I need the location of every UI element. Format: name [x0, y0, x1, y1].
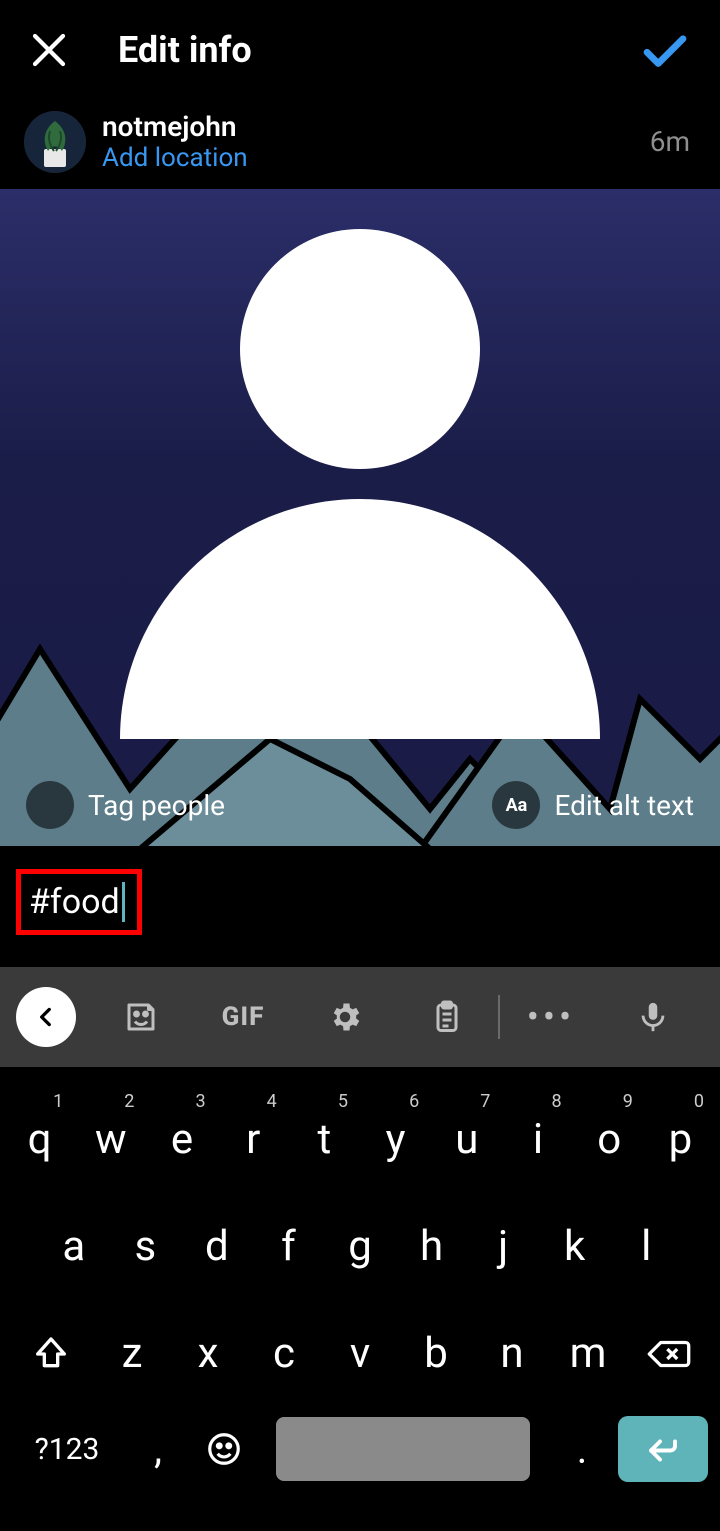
- shift-key[interactable]: [8, 1309, 94, 1398]
- person-icon: [26, 781, 74, 829]
- key-d[interactable]: d: [183, 1202, 251, 1291]
- key-g[interactable]: g: [326, 1202, 394, 1291]
- key-y[interactable]: y6: [362, 1095, 429, 1184]
- backspace-key[interactable]: [626, 1309, 712, 1398]
- key-l[interactable]: l: [612, 1202, 680, 1291]
- tag-people-button[interactable]: Tag people: [26, 781, 225, 829]
- key-z[interactable]: z: [96, 1309, 168, 1398]
- symbols-key[interactable]: ?123: [12, 1432, 122, 1467]
- key-x[interactable]: x: [172, 1309, 244, 1398]
- key-s[interactable]: s: [112, 1202, 180, 1291]
- key-j[interactable]: j: [469, 1202, 537, 1291]
- author-row: notmejohn Add location 6m: [0, 100, 720, 189]
- header-bar: Edit info: [0, 0, 720, 100]
- add-location-link[interactable]: Add location: [102, 143, 650, 173]
- key-c[interactable]: c: [248, 1309, 320, 1398]
- avatar[interactable]: [24, 111, 86, 173]
- confirm-icon[interactable]: [638, 23, 692, 77]
- period-key[interactable]: .: [552, 1426, 612, 1473]
- comma-key[interactable]: ,: [128, 1426, 188, 1473]
- onscreen-keyboard: q1w2e3r4t5y6u7i8o9p0 asdfghjkl zxcvbnm ?…: [0, 1067, 720, 1520]
- close-icon[interactable]: [28, 29, 70, 71]
- emoji-key[interactable]: [194, 1430, 254, 1468]
- post-timestamp: 6m: [650, 125, 690, 158]
- space-key[interactable]: [276, 1417, 530, 1481]
- page-title: Edit info: [118, 29, 638, 71]
- keyboard-toolbar: GIF •••: [0, 967, 720, 1067]
- image-overlay-row: Tag people Aa Edit alt text: [0, 781, 720, 829]
- sticker-icon[interactable]: [90, 967, 192, 1067]
- caption-input[interactable]: #food: [29, 882, 120, 922]
- text-cursor: [122, 882, 125, 922]
- key-w[interactable]: w2: [77, 1095, 144, 1184]
- author-text: notmejohn Add location: [102, 110, 650, 173]
- post-image[interactable]: Tag people Aa Edit alt text: [0, 189, 720, 849]
- key-r[interactable]: r4: [220, 1095, 287, 1184]
- key-k[interactable]: k: [541, 1202, 609, 1291]
- gif-button[interactable]: GIF: [192, 967, 294, 1067]
- key-p[interactable]: p0: [647, 1095, 714, 1184]
- key-a[interactable]: a: [40, 1202, 108, 1291]
- collapse-toolbar-button[interactable]: [16, 987, 76, 1047]
- key-b[interactable]: b: [400, 1309, 472, 1398]
- key-i[interactable]: i8: [504, 1095, 571, 1184]
- key-v[interactable]: v: [324, 1309, 396, 1398]
- key-e[interactable]: e3: [148, 1095, 215, 1184]
- key-o[interactable]: o9: [576, 1095, 643, 1184]
- username-label: notmejohn: [102, 110, 650, 143]
- mic-icon[interactable]: [602, 967, 704, 1067]
- key-h[interactable]: h: [398, 1202, 466, 1291]
- enter-key[interactable]: [618, 1416, 708, 1482]
- more-icon[interactable]: •••: [500, 967, 602, 1067]
- clipboard-icon[interactable]: [396, 967, 498, 1067]
- caption-area: #food: [0, 849, 720, 967]
- caption-highlight: #food: [16, 869, 142, 935]
- key-u[interactable]: u7: [433, 1095, 500, 1184]
- key-f[interactable]: f: [255, 1202, 323, 1291]
- key-q[interactable]: q1: [6, 1095, 73, 1184]
- key-t[interactable]: t5: [291, 1095, 358, 1184]
- key-n[interactable]: n: [476, 1309, 548, 1398]
- settings-icon[interactable]: [294, 967, 396, 1067]
- key-m[interactable]: m: [552, 1309, 624, 1398]
